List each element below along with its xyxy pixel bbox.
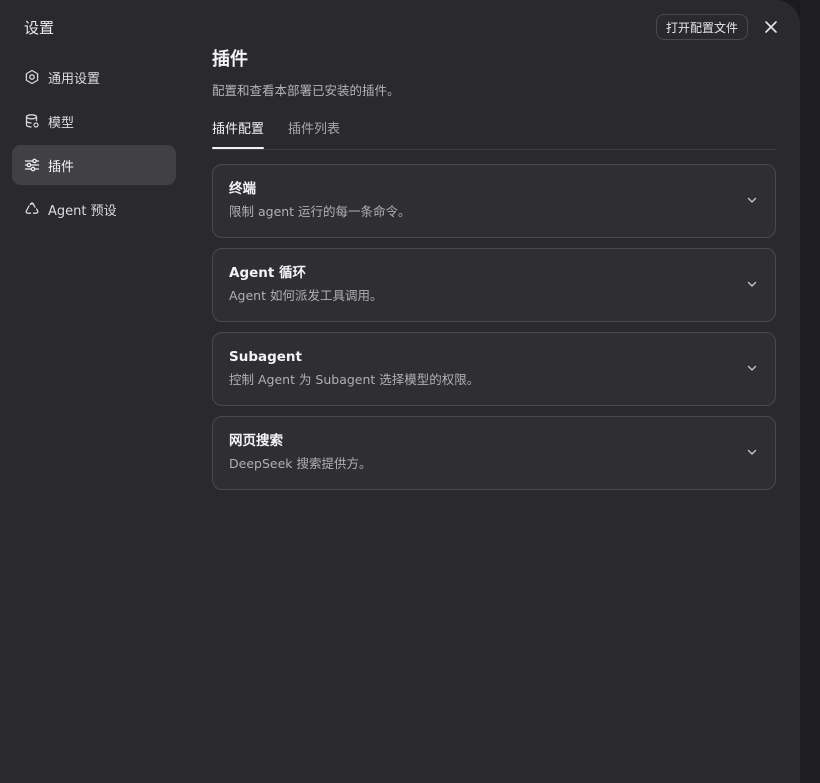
- plugin-card-subagent[interactable]: Subagent 控制 Agent 为 Subagent 选择模型的权限。: [212, 332, 776, 406]
- sidebar-item-label: Agent 预设: [48, 203, 117, 219]
- card-title: 终端: [229, 181, 256, 197]
- plugin-tabs: 插件配置 插件列表: [212, 119, 776, 150]
- tab-plugin-list[interactable]: 插件列表: [288, 119, 340, 148]
- card-description: 限制 agent 运行的每一条命令。: [229, 204, 411, 219]
- card-title: Agent 循环: [229, 265, 307, 281]
- database-icon: [24, 113, 40, 129]
- window-title: 设置: [24, 19, 55, 37]
- card-title: Subagent: [229, 349, 302, 365]
- gear-icon: [24, 69, 40, 85]
- sliders-icon: [24, 157, 40, 173]
- background-edge: [800, 0, 820, 783]
- settings-sidebar: 通用设置 模型 插件 Agent 预设: [12, 57, 176, 233]
- sidebar-item-label: 通用设置: [48, 71, 101, 87]
- plugins-panel: 插件 配置和查看本部署已安装的插件。 插件配置 插件列表 终端 限制 agent…: [212, 47, 776, 500]
- close-button[interactable]: [761, 17, 781, 37]
- sidebar-item-label: 插件: [48, 159, 75, 175]
- page-title: 插件: [212, 49, 248, 70]
- sidebar-item-models[interactable]: 模型: [12, 101, 176, 141]
- plugin-card-web-search[interactable]: 网页搜索 DeepSeek 搜索提供方。: [212, 416, 776, 490]
- chevron-down-icon[interactable]: [745, 361, 759, 375]
- card-description: Agent 如何派发工具调用。: [229, 288, 383, 303]
- chevron-down-icon[interactable]: [745, 445, 759, 459]
- card-description: DeepSeek 搜索提供方。: [229, 456, 372, 471]
- sidebar-item-label: 模型: [48, 115, 75, 131]
- recycle-icon: [24, 201, 40, 217]
- chevron-down-icon[interactable]: [745, 193, 759, 207]
- plugin-card-agent-loop[interactable]: Agent 循环 Agent 如何派发工具调用。: [212, 248, 776, 322]
- sidebar-item-general[interactable]: 通用设置: [12, 57, 176, 97]
- card-description: 控制 Agent 为 Subagent 选择模型的权限。: [229, 372, 480, 387]
- card-title: 网页搜索: [229, 433, 283, 449]
- sidebar-item-plugins[interactable]: 插件: [12, 145, 176, 185]
- close-icon: [765, 21, 777, 33]
- chevron-down-icon[interactable]: [745, 277, 759, 291]
- open-config-file-button[interactable]: 打开配置文件: [656, 14, 748, 40]
- plugin-card-list: 终端 限制 agent 运行的每一条命令。 Agent 循环 Agent 如何派…: [212, 164, 776, 490]
- settings-window: 设置 打开配置文件 通用设置 模型 插件 Agent 预设 插件 配置和查看本部…: [0, 0, 800, 783]
- sidebar-item-agent-presets[interactable]: Agent 预设: [12, 189, 176, 229]
- tab-plugin-config[interactable]: 插件配置: [212, 119, 265, 149]
- plugin-card-terminal[interactable]: 终端 限制 agent 运行的每一条命令。: [212, 164, 776, 238]
- page-subtitle: 配置和查看本部署已安装的插件。: [212, 83, 400, 98]
